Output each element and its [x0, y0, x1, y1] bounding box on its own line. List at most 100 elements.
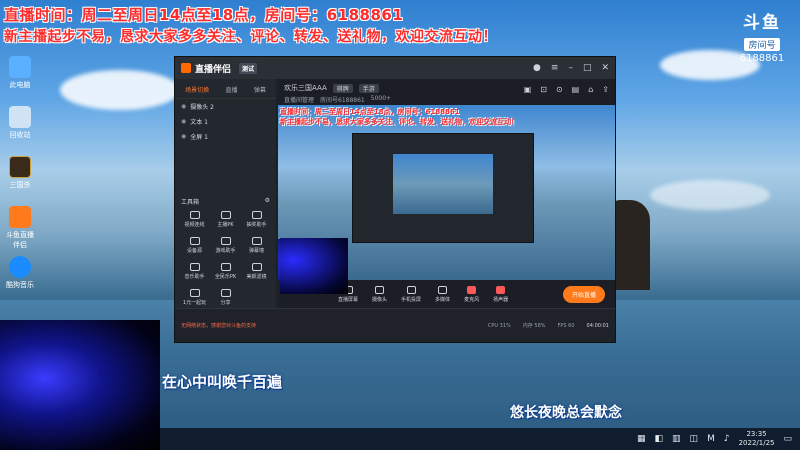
tool-pk[interactable]: 主播PK [210, 211, 241, 228]
speaker-button[interactable]: 扬声器 [493, 285, 509, 303]
tool-label: 音乐助手 [184, 274, 205, 280]
category-badge[interactable]: 棋牌 [332, 83, 353, 93]
stream-appeal-text: 新主播起步不易，恳求大家多多关注、评论、转发、送礼物，欢迎交流互动！ [4, 29, 497, 45]
lyric-line-1: 在心中叫唤千百遍 [162, 373, 283, 391]
minimize-icon[interactable]: – [568, 63, 573, 73]
source-phone-button[interactable]: 手机投屏 [401, 285, 421, 303]
eye-icon[interactable]: ◉ [181, 103, 186, 110]
layout-icon[interactable]: ▤ [572, 85, 580, 94]
eye-icon[interactable]: ◉ [181, 133, 186, 140]
desktop-icon-recycle-bin[interactable]: 回收站 [4, 106, 36, 140]
cloud [60, 70, 180, 110]
desktop-icon-label: 此电脑 [9, 81, 31, 89]
tray-app-icon[interactable]: ◧ [655, 434, 664, 444]
cast-icon[interactable]: ▣ [524, 85, 532, 94]
start-live-button[interactable]: 开始直播 [562, 285, 605, 303]
scene-item[interactable]: ◉ 文本 1 [175, 114, 276, 129]
toolbox-header: 工具箱 ⚙ [181, 197, 270, 206]
tool-icon [189, 237, 200, 245]
desktop-icon-douyu[interactable]: 斗鱼直播伴侣 [4, 206, 36, 250]
tool-video-link[interactable]: 视频连线 [179, 211, 210, 228]
source-camera-button[interactable]: 摄像头 [372, 285, 388, 303]
source-label: 扬声器 [493, 296, 509, 303]
source-label: 摄像头 [372, 296, 388, 303]
source-label: 麦克风 [464, 296, 480, 303]
tray-app-icon[interactable]: ▦ [637, 434, 646, 444]
nested-preview-content [393, 154, 493, 214]
maximize-icon[interactable]: □ [583, 63, 592, 73]
version-badge: 测试 [239, 62, 258, 74]
cpu-stat: CPU 31% [487, 322, 511, 329]
tool-label: 1元一起玩 [182, 300, 207, 306]
nested-preview-window [352, 133, 534, 243]
window-controls: ● ≡ – □ ✕ [533, 63, 609, 73]
preview-schedule-text: 直播时间：周二至周日14点至18点，房间号：6188861 [280, 108, 460, 116]
left-panel: 场景切换 直播 弹幕 ◉ 摄像头 2 ◉ 文本 1 ◉ 全屏 1 工具箱 ⚙ 视… [175, 79, 277, 308]
tool-game-helper[interactable]: 游戏助手 [210, 237, 241, 254]
toolbox-title: 工具箱 [181, 199, 200, 206]
volume-icon[interactable]: ♪ [724, 434, 730, 444]
home-icon[interactable]: ⌂ [588, 85, 593, 94]
tool-danmaku-wall[interactable]: 弹幕墙 [241, 237, 272, 254]
desktop-icon-label: 回收站 [9, 131, 31, 139]
tool-music[interactable]: 音乐助手 [179, 263, 210, 280]
notification-icon[interactable]: ▭ [783, 434, 792, 444]
tool-icon [251, 263, 262, 271]
record-icon[interactable]: ⊙ [556, 85, 563, 94]
eye-icon[interactable]: ◉ [181, 118, 186, 125]
tool-label: 主播PK [217, 222, 234, 228]
app-title: 直播伴侣 [195, 64, 232, 75]
webcam-overlay [0, 320, 160, 450]
tray-app-icon[interactable]: ◫ [690, 434, 699, 444]
tool-device-source[interactable]: 设备源 [179, 237, 210, 254]
viewer-count: 5000+ [370, 95, 392, 102]
system-tray: ▦ ◧ ▥ ◫ M ♪ 23:35 2022/1/25 ▭ [637, 430, 792, 448]
scene-label: 全屏 1 [190, 134, 208, 141]
desktop-icon-label: 斗鱼直播伴侣 [6, 231, 34, 249]
lock-icon[interactable]: ⊡ [540, 85, 547, 94]
clock[interactable]: 23:35 2022/1/25 [739, 430, 775, 448]
source-media-button[interactable]: 多媒体 [435, 285, 450, 303]
streaming-app-window: 直播伴侣 测试 ● ≡ – □ ✕ 场景切换 直播 弹幕 ◉ 摄像头 2 ◉ 文… [174, 56, 616, 343]
tray-app-icon[interactable]: ▥ [672, 434, 681, 444]
tab-scenes[interactable]: 场景切换 [185, 85, 209, 94]
room-manage-link[interactable]: 直播间管理 [284, 95, 314, 104]
cloud [650, 180, 770, 210]
tool-lottery[interactable]: 抽奖助手 [241, 211, 272, 228]
tool-icon [220, 237, 231, 245]
desktop-icon-this-pc[interactable]: 此电脑 [4, 56, 36, 90]
share-icon[interactable]: ⇪ [602, 85, 609, 94]
desktop-icon-kugou[interactable]: 酷狗音乐 [4, 256, 36, 290]
scene-item[interactable]: ◉ 摄像头 2 [175, 99, 276, 114]
kugou-icon [9, 256, 31, 278]
status-bar: 无网络状态，感谢您对斗鱼的支持 CPU 31% 内存 58% FPS 60 04… [175, 308, 615, 342]
computer-icon [9, 56, 31, 78]
douyu-logo: 斗鱼 房间号 6188861 [732, 8, 792, 64]
phone-icon [406, 285, 416, 294]
close-icon[interactable]: ✕ [601, 63, 609, 73]
douyu-app-icon [9, 206, 31, 228]
tool-share[interactable]: 分享 [210, 289, 241, 306]
microphone-button[interactable]: 麦克风 [464, 285, 480, 303]
rock-formation [610, 200, 650, 290]
tool-all-pk[interactable]: 全民乐PK [210, 263, 241, 280]
scene-label: 摄像头 2 [190, 104, 214, 111]
tool-label: 抽奖助手 [246, 222, 267, 228]
tool-one-yuan[interactable]: 1元一起玩 [179, 289, 210, 306]
memory-stat: 内存 58% [522, 323, 546, 329]
tab-danmaku[interactable]: 弹幕 [254, 85, 266, 94]
menu-icon[interactable]: ≡ [551, 63, 559, 73]
avatar-icon[interactable]: ● [533, 63, 541, 73]
settings-icon[interactable]: ⚙ [265, 197, 270, 206]
ime-icon[interactable]: M [707, 434, 715, 444]
scene-item[interactable]: ◉ 全屏 1 [175, 129, 276, 144]
left-tabs: 场景切换 直播 弹幕 [175, 79, 276, 99]
room-title[interactable]: 欢乐三国AAA [284, 83, 327, 93]
tool-label: 游戏助手 [215, 248, 236, 254]
tool-icon [220, 289, 231, 297]
mode-badge[interactable]: 手游 [358, 83, 379, 93]
toolbox-grid: 视频连线 主播PK 抽奖助手 设备源 游戏助手 弹幕墙 音乐助手 全民乐PK 美… [179, 211, 272, 306]
tab-live[interactable]: 直播 [225, 85, 237, 94]
tool-beauty[interactable]: 美颜滤镜 [241, 263, 272, 280]
desktop-icon-sanguosha[interactable]: 三国杀 [4, 156, 36, 190]
